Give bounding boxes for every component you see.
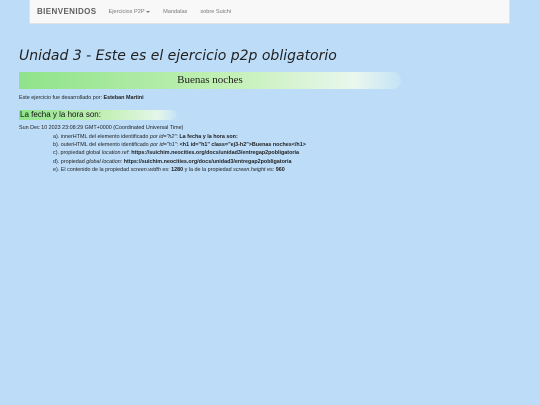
datetime-text: Sun Dec 10 2023 23:08:29 GMT+0000 (Coord… (19, 125, 184, 131)
item-d-value: https://suichim.neocities.org/docs/unida… (123, 158, 292, 165)
item-a-value: La fecha y la hora son: (179, 134, 238, 140)
greeting-banner: Buenas noches (19, 72, 401, 89)
list-item-c: c). propiedad global location.ref: https… (53, 149, 306, 157)
list-item-a: a). innerHTML del elemento identificado … (53, 133, 306, 141)
page-title: Unidad 3 - Este es el ejercicio p2p obli… (19, 48, 337, 64)
item-e-prefix: e). El contenido de la propiedad (53, 166, 131, 173)
author-prefix: Este ejercicio fue desarrollado por: (19, 95, 102, 101)
nav-sobre-suichi[interactable]: sobre Suichi (200, 9, 231, 15)
item-e-ital2: screen.height (233, 166, 266, 173)
date-heading-banner: La fecha y la hora son: (19, 110, 177, 120)
item-e-ital: screen.width (130, 166, 161, 173)
nav-mandalas[interactable]: Mandalas (163, 9, 187, 15)
caret-down-icon (146, 10, 151, 13)
nav-ejercicios-label: Ejercicios P2P (108, 8, 145, 15)
list-item-d: d). propiedad global location: https://s… (53, 158, 306, 166)
item-e-mid: es: (160, 166, 172, 173)
author-line: Este ejercicio fue desarrollado por: Est… (19, 95, 144, 101)
properties-list: a). innerHTML del elemento identificado … (53, 133, 306, 174)
greeting-heading: Buenas noches (177, 74, 243, 86)
item-d-prefix: d). propiedad (53, 158, 87, 165)
item-b-prefix: b). outerHTML del elemento identificado (53, 142, 151, 149)
date-heading: La fecha y la hora son: (20, 110, 101, 119)
item-c-value: https://suichim.neocities.org/docs/unida… (131, 150, 299, 157)
navbar: BIENVENIDOS Ejercicios P2P Mandalas sobr… (29, 0, 510, 24)
item-e-width: 1280 (171, 166, 184, 173)
item-c-prefix: c). propiedad global (53, 150, 102, 157)
list-item-b: b). outerHTML del elemento identificado … (53, 141, 306, 149)
item-e-mid2: y la de la propiedad (183, 166, 234, 173)
item-e-mid3: es: (265, 166, 276, 173)
item-b-ital: por id="h1" (150, 142, 177, 149)
brand-link[interactable]: BIENVENIDOS (37, 7, 97, 16)
item-c-ital: location.ref (101, 150, 129, 157)
nav-ejercicios-dropdown[interactable]: Ejercicios P2P (109, 9, 151, 15)
author-name: Esteban Martini (103, 95, 144, 101)
item-b-value: <h1 id="h1" class="ej3-h2">Buenas noches… (179, 142, 306, 149)
item-a-prefix: a). innerHTML del elemento identificado (53, 134, 150, 140)
item-a-ital: por id="h2" (149, 134, 177, 140)
item-d-ital: global location (86, 158, 121, 165)
item-e-height: 960 (275, 166, 285, 173)
list-item-e: e). El contenido de la propiedad screen.… (53, 166, 306, 174)
